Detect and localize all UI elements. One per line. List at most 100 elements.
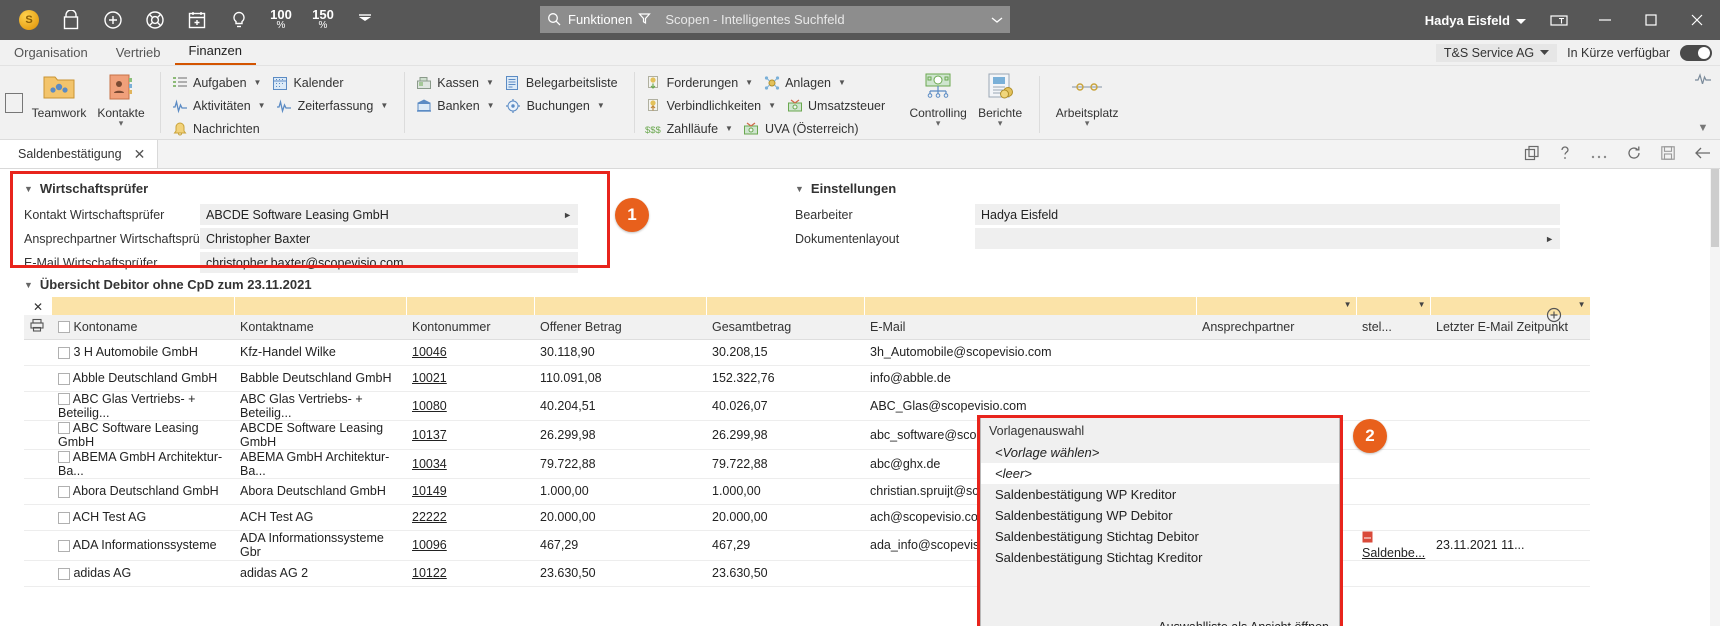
clear-filter-button[interactable]: ✕ xyxy=(24,297,52,315)
chevron-down-icon[interactable]: ▼ xyxy=(1344,300,1352,309)
row-checkbox[interactable] xyxy=(58,539,70,552)
account-number-link[interactable]: 10080 xyxy=(412,399,447,413)
ribbon-item-aktivitaeten[interactable]: Aktivitäten ▼ xyxy=(169,95,274,116)
vertical-scrollbar[interactable] xyxy=(1710,169,1720,626)
tab-finanzen[interactable]: Finanzen xyxy=(174,41,257,65)
chevron-down-icon[interactable]: ▾ xyxy=(90,119,152,128)
global-search[interactable]: Funktionen Scopen - Intelligentes Suchfe… xyxy=(540,6,1010,33)
help-icon[interactable] xyxy=(1558,145,1572,164)
availability-toggle[interactable] xyxy=(1680,45,1712,61)
search-input[interactable]: Scopen - Intelligentes Suchfeld xyxy=(651,12,984,27)
activity-icon[interactable] xyxy=(1694,72,1712,87)
cell-kontonummer[interactable]: 10137 xyxy=(406,420,534,450)
zoom-150-button[interactable]: 150% xyxy=(302,0,344,40)
add-column-button[interactable] xyxy=(1546,307,1564,325)
select-all-checkbox[interactable] xyxy=(58,321,70,334)
ribbon-button-berichte[interactable]: Berichte ▾ xyxy=(969,70,1031,128)
collapse-triangle-icon[interactable]: ▼ xyxy=(24,280,33,290)
chevron-down-icon[interactable]: ▼ xyxy=(745,78,753,87)
row-checkbox[interactable] xyxy=(58,422,70,435)
filter-cell-letzter-email[interactable]: ▼ xyxy=(1430,297,1591,315)
row-checkbox[interactable] xyxy=(58,346,70,359)
column-header-stel[interactable]: stel... xyxy=(1356,315,1430,340)
filter-cell-kontaktname[interactable] xyxy=(234,297,407,315)
chevron-down-icon[interactable]: ▾ xyxy=(907,119,969,128)
close-icon[interactable]: ✕ xyxy=(134,146,146,163)
column-header-offener-betrag[interactable]: Offener Betrag xyxy=(534,315,706,340)
filter-cell-kontoname[interactable] xyxy=(52,297,235,315)
chevron-down-icon[interactable]: ▼ xyxy=(768,101,776,110)
row-checkbox[interactable] xyxy=(58,511,70,524)
ribbon-item-zahllaeufe[interactable]: $$$ Zahlläufe ▼ xyxy=(643,118,741,139)
bulb-icon[interactable] xyxy=(218,0,260,40)
ribbon-item-zeiterfassung[interactable]: Zeiterfassung ▼ xyxy=(274,95,397,116)
column-header-kontoname[interactable]: Kontoname xyxy=(52,315,234,340)
lifebuoy-icon[interactable] xyxy=(134,0,176,40)
maximize-button[interactable] xyxy=(1628,0,1674,40)
account-number-link[interactable]: 10122 xyxy=(412,566,447,580)
ribbon-button-arbeitsplatz[interactable]: Arbeitsplatz ▾ xyxy=(1048,70,1126,128)
cell-kontonummer[interactable]: 10096 xyxy=(406,530,534,561)
field-value-email[interactable]: christopher.baxter@scopevisio.com xyxy=(200,252,578,273)
coin-icon[interactable]: S xyxy=(8,0,50,40)
field-expand-arrow-icon[interactable]: ► xyxy=(1545,234,1554,244)
dropdown-item-stichtag-debitor[interactable]: Saldenbestätigung Stichtag Debitor xyxy=(981,526,1339,547)
ribbon-button-teamwork[interactable]: Teamwork xyxy=(28,70,90,120)
ribbon-item-kalender[interactable]: Kalender xyxy=(269,72,351,93)
cell-kontonummer[interactable]: 10034 xyxy=(406,449,534,479)
document-tab-saldenbestaetigung[interactable]: Saldenbestätigung ✕ xyxy=(0,140,159,168)
vorlagenauswahl-dropdown[interactable]: Vorlagenauswahl <Vorlage wählen> <leer> … xyxy=(980,417,1340,626)
cell-kontonummer[interactable]: 10080 xyxy=(406,391,534,421)
copy-icon[interactable] xyxy=(1524,145,1540,164)
ribbon-item-banken[interactable]: Banken ▼ xyxy=(413,95,502,116)
field-value-ansprechpartner[interactable]: Christopher Baxter xyxy=(200,228,578,249)
column-header-kontaktname[interactable]: Kontaktname xyxy=(234,315,406,340)
section-header-einstellungen[interactable]: ▼ Einstellungen xyxy=(795,181,1565,196)
filter-cell-ansprechpartner[interactable]: ▼ xyxy=(1196,297,1357,315)
account-number-link[interactable]: 10096 xyxy=(412,538,447,552)
dropdown-item-vorlage-waehlen[interactable]: <Vorlage wählen> xyxy=(981,442,1339,463)
zoom-100-button[interactable]: 100% xyxy=(260,0,302,40)
chevron-down-icon[interactable]: ▼ xyxy=(597,101,605,110)
chevron-down-icon[interactable]: ▾ xyxy=(969,119,1031,128)
tab-vertrieb[interactable]: Vertrieb xyxy=(102,43,175,65)
column-header-letzter-email-zeitpunkt[interactable]: Letzter E-Mail Zeitpunkt xyxy=(1430,315,1590,340)
attachment-link[interactable]: Saldenbe... xyxy=(1362,546,1425,560)
ribbon-item-umsatzsteuer[interactable]: Umsatzsteuer xyxy=(784,95,893,116)
filter-cell-gesamtbetrag[interactable] xyxy=(706,297,865,315)
scrollbar-thumb[interactable] xyxy=(1711,169,1719,247)
row-checkbox[interactable] xyxy=(58,567,70,580)
ribbon-button-controlling[interactable]: Controlling ▾ xyxy=(907,70,969,128)
dropdown-item-wp-kreditor[interactable]: Saldenbestätigung WP Kreditor xyxy=(981,484,1339,505)
calendar-add-icon[interactable] xyxy=(176,0,218,40)
filter-cell-offener-betrag[interactable] xyxy=(534,297,707,315)
ribbon-item-belegarbeitsliste[interactable]: Belegarbeitsliste xyxy=(502,72,626,93)
organisation-selector[interactable]: T&S Service AG xyxy=(1435,44,1558,62)
chevron-down-icon[interactable]: ▾ xyxy=(1048,119,1126,128)
ribbon-item-uva[interactable]: UVA (Österreich) xyxy=(741,118,867,139)
chevron-down-icon[interactable]: ▼ xyxy=(725,124,733,133)
row-checkbox[interactable] xyxy=(58,485,70,498)
tab-organisation[interactable]: Organisation xyxy=(0,43,102,65)
account-number-link[interactable]: 10149 xyxy=(412,484,447,498)
user-name[interactable]: Hadya Eisfeld xyxy=(1425,13,1510,28)
search-dropdown-icon[interactable] xyxy=(984,16,1010,24)
row-checkbox[interactable] xyxy=(58,393,70,406)
table-row[interactable]: 3 H Automobile GmbH Kfz-Handel Wilke 100… xyxy=(24,339,1590,366)
column-header-gesamtbetrag[interactable]: Gesamtbetrag xyxy=(706,315,864,340)
ribbon-item-kassen[interactable]: Kassen ▼ xyxy=(413,72,502,93)
more-icon[interactable] xyxy=(1590,147,1608,163)
overflow-chevron-icon[interactable] xyxy=(344,0,386,40)
column-header-email[interactable]: E-Mail xyxy=(864,315,1196,340)
bag-icon[interactable] xyxy=(50,0,92,40)
ribbon-item-nachrichten[interactable]: Nachrichten xyxy=(169,118,268,139)
cell-kontonummer[interactable]: 10046 xyxy=(406,339,534,366)
ribbon-item-forderungen[interactable]: Forderungen ▼ xyxy=(643,72,762,93)
chevron-down-icon[interactable]: ▼ xyxy=(486,78,494,87)
dropdown-item-stichtag-kreditor[interactable]: Saldenbestätigung Stichtag Kreditor xyxy=(981,547,1339,568)
dropdown-item-wp-debitor[interactable]: Saldenbestätigung WP Debitor xyxy=(981,505,1339,526)
table-row[interactable]: ADA Informationssysteme ADA Informations… xyxy=(24,530,1590,561)
section-header-wirtschaftspruefer[interactable]: ▼ Wirtschaftsprüfer xyxy=(24,181,598,196)
table-row[interactable]: Abora Deutschland GmbH Abora Deutschland… xyxy=(24,478,1590,505)
cell-stel[interactable]: Saldenbe... xyxy=(1356,530,1430,561)
